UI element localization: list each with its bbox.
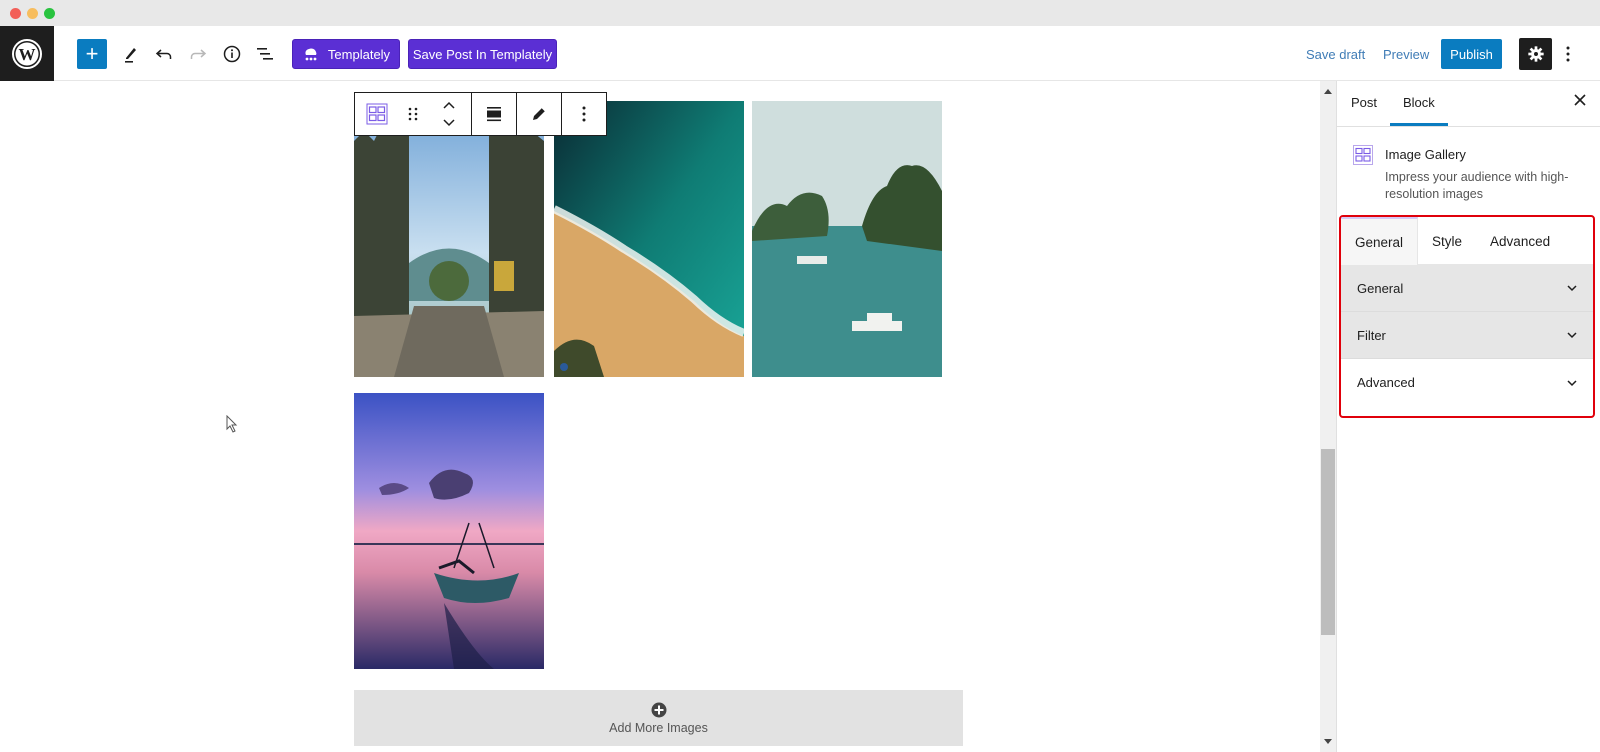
save-post-in-templately-button[interactable]: Save Post In Templately xyxy=(408,39,557,69)
image-gallery-icon xyxy=(1353,145,1373,165)
publish-button[interactable]: Publish xyxy=(1441,39,1502,69)
close-window-button[interactable] xyxy=(10,8,21,19)
panel-tab-advanced[interactable]: Advanced xyxy=(1476,217,1564,265)
panel-tab-style[interactable]: Style xyxy=(1418,217,1476,265)
block-card: Image Gallery Impress your audience with… xyxy=(1337,127,1600,217)
tab-post[interactable]: Post xyxy=(1351,95,1377,110)
drag-handle[interactable] xyxy=(399,93,427,135)
chevron-down-icon xyxy=(1567,379,1577,386)
scroll-up-arrow-icon[interactable] xyxy=(1324,89,1332,94)
plus-circle-icon xyxy=(651,702,666,717)
templately-label: Templately xyxy=(327,46,391,62)
undo-icon xyxy=(155,49,172,59)
pencil-icon xyxy=(533,107,546,120)
wordpress-icon: W xyxy=(12,38,42,69)
preview-button[interactable]: Preview xyxy=(1383,39,1429,69)
templately-icon xyxy=(305,48,317,61)
maximize-window-button[interactable] xyxy=(44,8,55,19)
accordion-advanced-label: Advanced xyxy=(1357,375,1415,390)
block-description: Impress your audience with high-resoluti… xyxy=(1385,170,1569,201)
wordpress-logo[interactable]: W xyxy=(0,26,54,81)
more-vertical-icon xyxy=(1566,46,1570,62)
editor-canvas[interactable]: Add More Images xyxy=(0,81,1294,752)
scroll-down-arrow-icon[interactable] xyxy=(1324,739,1332,744)
tab-block[interactable]: Block xyxy=(1390,95,1448,126)
block-type-button[interactable] xyxy=(355,93,399,135)
tools-button[interactable] xyxy=(117,39,145,69)
settings-sidebar: Post Block Image Gallery Impress your au… xyxy=(1336,81,1600,752)
add-more-images-label: Add More Images xyxy=(609,720,708,735)
temple-gate-image xyxy=(354,101,544,377)
chevron-down-icon xyxy=(1567,332,1577,339)
redo-icon xyxy=(190,49,207,59)
panel-tabs: General Style Advanced xyxy=(1341,217,1593,265)
redo-button[interactable] xyxy=(184,39,212,69)
aerial-beach-image xyxy=(554,101,744,377)
edit-button[interactable] xyxy=(517,93,561,135)
accordion-general[interactable]: General xyxy=(1341,265,1593,312)
more-vertical-icon xyxy=(582,106,586,122)
align-button[interactable] xyxy=(472,93,516,135)
chevron-up-down-icon xyxy=(443,101,455,127)
editor-header: W + Templately Save Post In Templately S… xyxy=(0,26,1600,81)
align-wide-icon xyxy=(487,107,501,122)
list-view-button[interactable] xyxy=(251,39,279,69)
add-more-images-button[interactable]: Add More Images xyxy=(354,690,963,746)
block-toolbar xyxy=(354,92,607,136)
gallery-image-aerial-beach[interactable] xyxy=(554,101,744,377)
chevron-down-icon xyxy=(1567,285,1577,292)
gallery-image-sunset-boat[interactable] xyxy=(354,393,544,669)
sidebar-tabs: Post Block xyxy=(1337,81,1600,127)
minimize-window-button[interactable] xyxy=(27,8,38,19)
list-view-icon xyxy=(257,48,273,60)
block-options-button[interactable] xyxy=(562,93,606,135)
details-button[interactable] xyxy=(218,39,246,69)
pencil-icon xyxy=(125,48,136,63)
block-title: Image Gallery xyxy=(1385,147,1466,162)
scrollbar-thumb[interactable] xyxy=(1321,449,1335,635)
accordion-filter[interactable]: Filter xyxy=(1341,312,1593,359)
window-titlebar xyxy=(0,0,1600,26)
drag-handle-icon xyxy=(408,107,418,121)
accordion-advanced[interactable]: Advanced xyxy=(1341,359,1593,406)
save-draft-button[interactable]: Save draft xyxy=(1306,39,1365,69)
templately-button[interactable]: Templately xyxy=(292,39,400,69)
options-menu-button[interactable] xyxy=(1560,39,1576,69)
move-up-down-button[interactable] xyxy=(427,93,471,135)
close-icon xyxy=(1574,94,1586,106)
settings-button[interactable] xyxy=(1519,38,1552,70)
editor-scrollbar[interactable] xyxy=(1320,81,1336,752)
accordion-general-label: General xyxy=(1357,280,1404,296)
gallery-image-halong-bay[interactable] xyxy=(752,101,942,377)
accordion-filter-label: Filter xyxy=(1357,327,1386,343)
gallery-image-temple-gate[interactable] xyxy=(354,101,544,377)
image-gallery-icon xyxy=(366,103,388,125)
block-settings-panel: General Style Advanced General Filter Ad… xyxy=(1339,215,1595,418)
panel-tab-general[interactable]: General xyxy=(1341,217,1419,265)
info-icon xyxy=(223,45,241,63)
sunset-boat-image xyxy=(354,393,544,669)
svg-text:W: W xyxy=(19,45,36,64)
halong-bay-image xyxy=(752,101,942,377)
mouse-cursor-icon xyxy=(226,415,238,433)
gear-icon xyxy=(1527,46,1544,62)
close-sidebar-button[interactable] xyxy=(1574,93,1586,111)
undo-button[interactable] xyxy=(150,39,178,69)
add-block-button[interactable]: + xyxy=(77,39,107,69)
